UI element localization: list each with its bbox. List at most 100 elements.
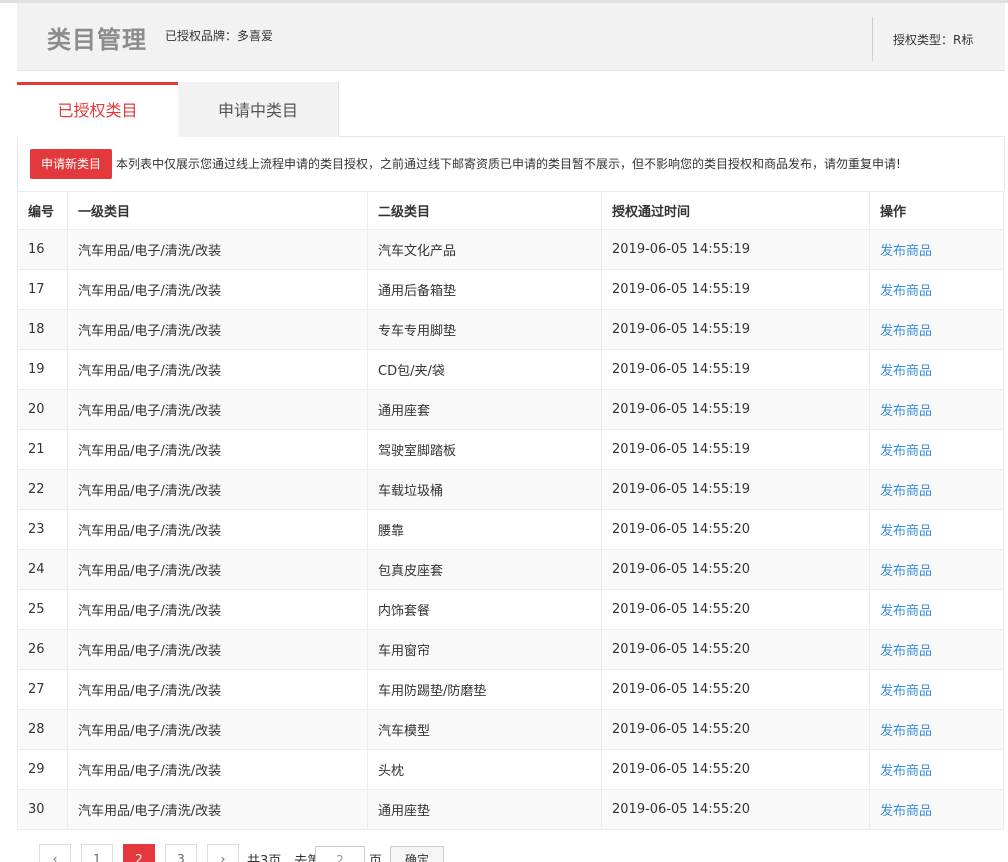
publish-product-link[interactable]: 发布商品 — [880, 684, 932, 699]
row-secondary-category: 通用座垫 — [367, 789, 602, 830]
publish-product-link[interactable]: 发布商品 — [880, 604, 932, 619]
row-secondary-category: 驾驶室脚踏板 — [367, 429, 602, 470]
notice-text: 本列表中仅展示您通过线上流程申请的类目授权，之前通过线下邮寄资质已申请的类目暂不… — [116, 157, 901, 171]
row-id: 17 — [17, 269, 68, 310]
header-primary-category: 一级类目 — [67, 191, 368, 230]
table-row: 24 汽车用品/电子/清洗/改装 包真皮座套 2019-06-05 14:55:20 发… — [17, 549, 1004, 590]
row-primary-category: 汽车用品/电子/清洗/改装 — [67, 789, 368, 830]
table-body: 16 汽车用品/电子/清洗/改装 汽车文化产品 2019-06-05 14:55:19… — [17, 229, 1004, 830]
row-secondary-category: 车载垃圾桶 — [367, 469, 602, 510]
table-row: 25 汽车用品/电子/清洗/改装 内饰套餐 2019-06-05 14:55:20 发布… — [17, 589, 1004, 630]
table-row: 20 汽车用品/电子/清洗/改装 通用座套 2019-06-05 14:55:19 发布… — [17, 389, 1004, 430]
row-primary-category: 汽车用品/电子/清洗/改装 — [67, 629, 368, 670]
publish-product-link[interactable]: 发布商品 — [880, 404, 932, 419]
page-2-button[interactable]: 2 — [123, 844, 155, 862]
publish-product-link[interactable]: 发布商品 — [880, 724, 932, 739]
publish-product-link[interactable]: 发布商品 — [880, 524, 932, 539]
row-primary-category: 汽车用品/电子/清洗/改装 — [67, 229, 368, 270]
row-primary-category: 汽车用品/电子/清洗/改装 — [67, 749, 368, 790]
row-approval-time: 2019-06-05 14:55:20 — [601, 669, 870, 710]
row-primary-category: 汽车用品/电子/清洗/改装 — [67, 389, 368, 430]
row-primary-category: 汽车用品/电子/清洗/改装 — [67, 429, 368, 470]
page-jump-input[interactable] — [315, 846, 365, 862]
table-row: 26 汽车用品/电子/清洗/改装 车用窗帘 2019-06-05 14:55:20 发布… — [17, 629, 1004, 670]
row-id: 21 — [17, 429, 68, 470]
pagination: ‹ 1 2 3 › 共3页，去第 页 确定 — [17, 830, 1003, 862]
tab-authorized-categories[interactable]: 已授权类目 — [17, 82, 178, 137]
row-action: 发布商品 — [869, 349, 1004, 390]
publish-product-link[interactable]: 发布商品 — [880, 444, 932, 459]
row-id: 26 — [17, 629, 68, 670]
publish-product-link[interactable]: 发布商品 — [880, 364, 932, 379]
row-action: 发布商品 — [869, 309, 1004, 350]
table-row: 23 汽车用品/电子/清洗/改装 腰靠 2019-06-05 14:55:20 发布商品 — [17, 509, 1004, 550]
publish-product-link[interactable]: 发布商品 — [880, 564, 932, 579]
table-row: 28 汽车用品/电子/清洗/改装 汽车模型 2019-06-05 14:55:20 发布… — [17, 709, 1004, 750]
page-header: 类目管理 已授权品牌：多喜爱 授权类型：R标 — [17, 3, 1005, 71]
authorization-type: 授权类型：R标 — [893, 33, 974, 47]
publish-product-link[interactable]: 发布商品 — [880, 764, 932, 779]
page-1-button[interactable]: 1 — [81, 844, 113, 862]
row-id: 18 — [17, 309, 68, 350]
row-action: 发布商品 — [869, 669, 1004, 710]
row-id: 28 — [17, 709, 68, 750]
row-approval-time: 2019-06-05 14:55:20 — [601, 589, 870, 630]
row-id: 16 — [17, 229, 68, 270]
row-action: 发布商品 — [869, 269, 1004, 310]
row-id: 22 — [17, 469, 68, 510]
authorized-brand: 已授权品牌：多喜爱 — [165, 29, 274, 43]
table-row: 27 汽车用品/电子/清洗/改装 车用防踢垫/防磨垫 2019-06-05 14:55… — [17, 669, 1004, 710]
tab-pending-categories[interactable]: 申请中类目 — [178, 82, 339, 137]
row-approval-time: 2019-06-05 14:55:19 — [601, 269, 870, 310]
publish-product-link[interactable]: 发布商品 — [880, 644, 932, 659]
table-row: 22 汽车用品/电子/清洗/改装 车载垃圾桶 2019-06-05 14:55:19 发… — [17, 469, 1004, 510]
row-primary-category: 汽车用品/电子/清洗/改装 — [67, 309, 368, 350]
row-id: 27 — [17, 669, 68, 710]
page-jump-confirm-button[interactable]: 确定 — [390, 846, 444, 862]
notice-bar: 申请新类目 本列表中仅展示您通过线上流程申请的类目授权，之前通过线下邮寄资质已申… — [17, 137, 1005, 191]
publish-product-link[interactable]: 发布商品 — [880, 244, 932, 259]
row-secondary-category: 汽车文化产品 — [367, 229, 602, 270]
header-id: 编号 — [17, 191, 68, 230]
row-id: 23 — [17, 509, 68, 550]
apply-new-category-button[interactable]: 申请新类目 — [30, 149, 112, 179]
table-row: 16 汽车用品/电子/清洗/改装 汽车文化产品 2019-06-05 14:55:19… — [17, 229, 1004, 270]
row-primary-category: 汽车用品/电子/清洗/改装 — [67, 509, 368, 550]
next-page-button[interactable]: › — [207, 844, 239, 862]
row-secondary-category: 汽车模型 — [367, 709, 602, 750]
row-action: 发布商品 — [869, 549, 1004, 590]
row-action: 发布商品 — [869, 229, 1004, 270]
header-action: 操作 — [869, 191, 1004, 230]
row-primary-category: 汽车用品/电子/清洗/改装 — [67, 549, 368, 590]
row-secondary-category: 车用窗帘 — [367, 629, 602, 670]
row-approval-time: 2019-06-05 14:55:20 — [601, 629, 870, 670]
page-title: 类目管理 — [47, 26, 147, 54]
table-row: 17 汽车用品/电子/清洗/改装 通用后备箱垫 2019-06-05 14:55:19… — [17, 269, 1004, 310]
table-row: 21 汽车用品/电子/清洗/改装 驾驶室脚踏板 2019-06-05 14:55:19… — [17, 429, 1004, 470]
row-primary-category: 汽车用品/电子/清洗/改装 — [67, 589, 368, 630]
publish-product-link[interactable]: 发布商品 — [880, 804, 932, 819]
row-primary-category: 汽车用品/电子/清洗/改装 — [67, 669, 368, 710]
row-action: 发布商品 — [869, 709, 1004, 750]
row-id: 24 — [17, 549, 68, 590]
prev-page-button[interactable]: ‹ — [39, 844, 71, 862]
table-row: 19 汽车用品/电子/清洗/改装 CD包/夹/袋 2019-06-05 14:55:1… — [17, 349, 1004, 390]
row-approval-time: 2019-06-05 14:55:20 — [601, 789, 870, 830]
row-secondary-category: 专车专用脚垫 — [367, 309, 602, 350]
row-approval-time: 2019-06-05 14:55:19 — [601, 229, 870, 270]
row-approval-time: 2019-06-05 14:55:19 — [601, 429, 870, 470]
table-row: 30 汽车用品/电子/清洗/改装 通用座垫 2019-06-05 14:55:20 发布… — [17, 789, 1004, 830]
row-action: 发布商品 — [869, 629, 1004, 670]
publish-product-link[interactable]: 发布商品 — [880, 324, 932, 339]
row-action: 发布商品 — [869, 589, 1004, 630]
publish-product-link[interactable]: 发布商品 — [880, 484, 932, 499]
publish-product-link[interactable]: 发布商品 — [880, 284, 932, 299]
row-approval-time: 2019-06-05 14:55:19 — [601, 309, 870, 350]
page-3-button[interactable]: 3 — [165, 844, 197, 862]
row-primary-category: 汽车用品/电子/清洗/改装 — [67, 709, 368, 750]
row-approval-time: 2019-06-05 14:55:19 — [601, 349, 870, 390]
header-divider — [872, 17, 873, 61]
row-primary-category: 汽车用品/电子/清洗/改装 — [67, 349, 368, 390]
table-header-row: 编号 一级类目 二级类目 授权通过时间 操作 — [17, 191, 1004, 230]
table-row: 29 汽车用品/电子/清洗/改装 头枕 2019-06-05 14:55:20 发布商品 — [17, 749, 1004, 790]
